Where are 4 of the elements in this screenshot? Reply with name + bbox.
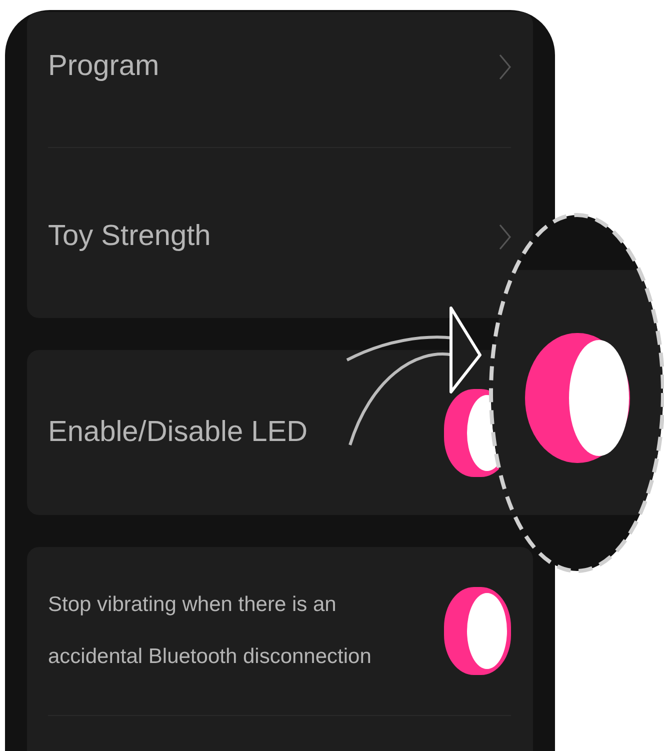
setting-label: Enable/Disable LED bbox=[48, 416, 308, 449]
setting-label: Stop vibrating when there is an accidental Bluetooth disconnection bbox=[48, 592, 372, 670]
setting-label: Toy Strength bbox=[48, 220, 211, 253]
setting-label: Program bbox=[48, 50, 160, 83]
